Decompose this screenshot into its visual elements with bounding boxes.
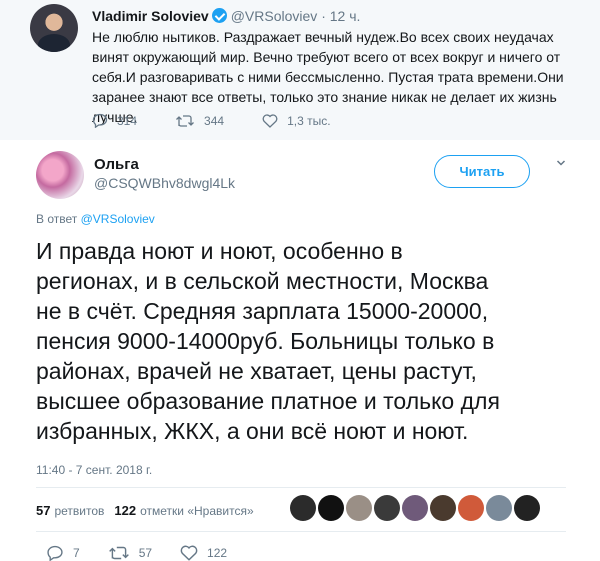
divider	[36, 531, 566, 532]
retweet-icon	[176, 114, 194, 127]
quoted-tweet-text: Не люблю нытиков. Раздражает вечный нуде…	[92, 29, 564, 125]
quoted-tweet[interactable]: Vladimir Soloviev @VRSoloviev · 12 ч. Не …	[0, 0, 600, 140]
retweet-count[interactable]: 57	[36, 503, 50, 518]
liker-avatar[interactable]	[402, 495, 428, 521]
reply-button[interactable]: 7	[46, 545, 80, 561]
follow-button[interactable]: Читать	[434, 155, 530, 188]
reply-icon	[92, 113, 108, 128]
liker-avatar[interactable]	[486, 495, 512, 521]
verified-badge-icon	[211, 8, 227, 23]
chevron-down-icon[interactable]	[556, 158, 566, 168]
reply-icon	[47, 545, 63, 561]
quoted-retweet-count: 344	[204, 113, 225, 128]
liker-avatars	[290, 495, 542, 521]
reply-to-handle[interactable]: @VRSoloviev	[81, 212, 155, 226]
retweet-action-count: 57	[138, 546, 153, 560]
reply-count: 7	[73, 546, 80, 560]
author-handle[interactable]: @CSQWBhv8dwgl4Lk	[94, 175, 235, 191]
quoted-reply-count: 314	[117, 113, 138, 128]
like-label[interactable]: отметки «Нравится»	[140, 504, 254, 518]
author-avatar[interactable]	[36, 151, 84, 199]
quoted-tweet-author-name[interactable]: Vladimir Soloviev	[92, 8, 209, 24]
like-button[interactable]: 122	[180, 545, 227, 561]
liker-avatar[interactable]	[458, 495, 484, 521]
liker-avatar[interactable]	[318, 495, 344, 521]
retweet-icon	[108, 546, 129, 560]
divider	[36, 487, 566, 488]
liker-avatar[interactable]	[346, 495, 372, 521]
like-count[interactable]: 122	[114, 503, 136, 518]
heart-icon	[262, 113, 278, 128]
liker-avatar[interactable]	[514, 495, 540, 521]
quoted-reply-button[interactable]: 314	[92, 113, 137, 128]
quoted-tweet-time[interactable]: · 12 ч.	[321, 8, 360, 24]
retweet-button[interactable]: 57	[108, 545, 152, 561]
like-action-count: 122	[207, 546, 228, 560]
liker-avatar[interactable]	[290, 495, 316, 521]
quoted-like-count: 1,3 тыс.	[287, 113, 331, 128]
author-name[interactable]: Ольга	[94, 156, 139, 173]
heart-icon	[180, 545, 198, 561]
tweet-stats: 57 ретвитов 122 отметки «Нравится»	[36, 503, 254, 518]
tweet-timestamp[interactable]: 11:40 - 7 сент. 2018 г.	[36, 463, 152, 477]
tweet-actions: 7 57 122	[46, 545, 255, 561]
quoted-tweet-actions: 314 344 1,3 тыс.	[92, 113, 369, 128]
retweet-label[interactable]: ретвитов	[54, 504, 104, 518]
tweet-text: И правда ноют и ноют, особенно в региона…	[36, 238, 500, 444]
quoted-tweet-header: Vladimir Soloviev @VRSoloviev · 12 ч.	[92, 8, 360, 24]
quoted-tweet-avatar[interactable]	[30, 4, 78, 52]
reply-context: В ответ @VRSoloviev	[36, 212, 155, 226]
reply-prefix: В ответ	[36, 212, 81, 226]
liker-avatar[interactable]	[374, 495, 400, 521]
liker-avatar[interactable]	[430, 495, 456, 521]
quoted-like-button[interactable]: 1,3 тыс.	[262, 113, 331, 128]
quoted-tweet-handle[interactable]: @VRSoloviev	[231, 8, 318, 24]
quoted-retweet-button[interactable]: 344	[175, 114, 224, 128]
